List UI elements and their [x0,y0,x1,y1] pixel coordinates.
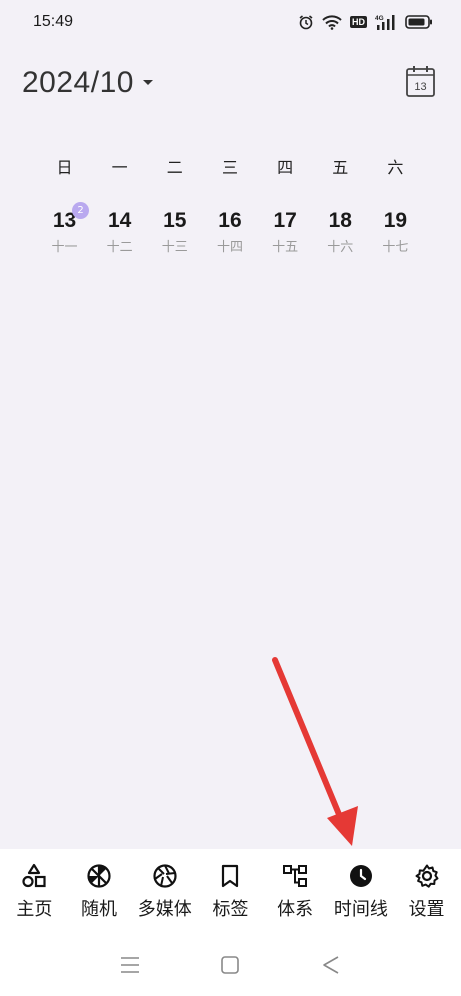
lunar-date: 十四 [216,240,243,255]
system-nav-bar [0,937,461,996]
wifi-icon [322,14,342,30]
calendar-icon-day: 13 [414,81,426,93]
back-button[interactable] [321,955,341,979]
battery-icon [405,15,432,29]
lunar-date: 十一 [51,240,78,255]
day-number: 19 [383,209,408,232]
shapes-icon [22,863,46,888]
day-cell[interactable]: 16 十四 [202,208,257,255]
day-cell[interactable]: 13 十一 2 [37,202,92,255]
nav-label: 随机 [81,899,118,920]
day-number: 15 [163,209,187,232]
nav-item-home[interactable]: 主页 [8,849,60,937]
home-button[interactable] [220,955,240,979]
weekday-label: 二 [166,158,183,177]
nav-label: 标签 [212,899,249,920]
day-cell[interactable]: 19 十七 [368,208,423,255]
weekday-label: 六 [387,158,404,177]
nav-label: 主页 [16,899,53,920]
lunar-date: 十七 [382,240,409,255]
back-icon [323,955,339,974]
annotation-arrow [272,657,358,846]
nav-item-tags[interactable]: 标签 [204,849,256,937]
bottom-nav: 主页 随机 多媒体 标签 体系 时间线 设置 [0,849,461,937]
status-time: 15:49 [33,13,74,30]
lunar-date: 十三 [161,240,188,255]
weekday-label: 五 [332,158,349,177]
nav-label: 设置 [408,899,445,920]
day-number: 16 [218,209,242,232]
nav-item-timeline[interactable]: 时间线 [334,849,388,937]
week-row: 13 十一 2 14 十二 15 十三 16 十四 17 十五 18 十六 19… [37,202,423,255]
weekday-label: 日 [56,158,73,177]
network-type-label: 4G [375,15,384,22]
nav-item-multimedia[interactable]: 多媒体 [138,849,192,937]
menu-button[interactable] [120,956,140,978]
nav-label: 体系 [277,899,314,920]
menu-icon [121,956,140,973]
day-cell[interactable]: 17 十五 [258,208,313,255]
dropdown-arrow-icon [142,80,153,85]
hierarchy-icon [283,865,308,887]
alarm-icon [299,15,313,30]
day-number: 14 [107,209,132,232]
nav-item-hierarchy[interactable]: 体系 [269,849,321,937]
hd-icon: HD [350,16,367,28]
lunar-date: 十五 [272,240,299,255]
status-bar: 15:49 HD 4G [0,0,461,44]
aperture-icon [153,864,177,888]
weekday-header: 日 一 二 三 四 五 六 [37,154,423,178]
calendar-icon: 13 [406,66,435,97]
day-number: 18 [328,209,352,232]
signal-icon: 4G [375,15,395,30]
random-icon [87,864,111,888]
day-number: 17 [273,209,297,232]
nav-label: 多媒体 [137,899,192,920]
home-square-icon [221,955,240,974]
calendar-header: 2024/10 13 [0,60,461,106]
lunar-date: 十二 [106,240,133,255]
day-cell[interactable]: 15 十三 [147,208,202,255]
lunar-date: 十六 [327,240,354,255]
weekday-label: 三 [221,158,238,177]
day-cell[interactable]: 14 十二 [92,208,147,255]
event-count-badge: 2 [72,202,89,219]
nav-item-random[interactable]: 随机 [73,849,125,937]
day-cell[interactable]: 18 十六 [313,208,368,255]
month-title: 2024/10 [22,66,134,99]
status-icons: HD 4G [298,14,433,30]
bookmark-icon [222,864,239,888]
today-calendar-button[interactable]: 13 [405,64,437,102]
nav-label: 时间线 [333,899,388,920]
weekday-label: 四 [277,158,294,177]
month-selector[interactable]: 2024/10 [22,66,154,100]
nav-item-settings[interactable]: 设置 [401,849,453,937]
clock-icon [349,865,372,887]
gear-icon [415,864,439,888]
weekday-label: 一 [111,158,128,177]
